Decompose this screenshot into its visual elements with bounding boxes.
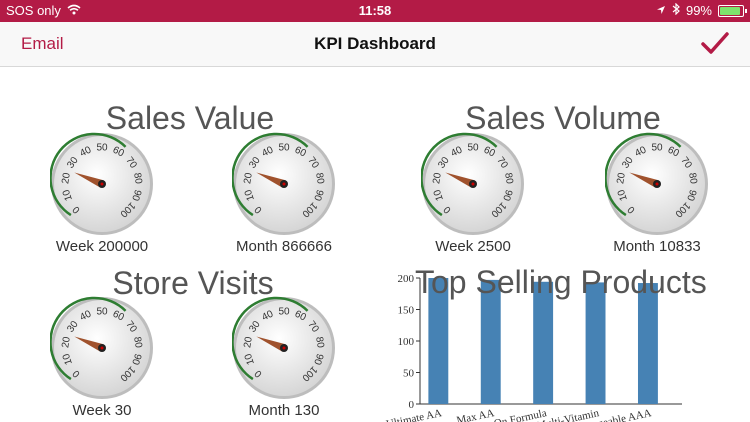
gauge-hub-dot	[282, 182, 286, 186]
gauge-tick-label: 20	[60, 336, 73, 349]
status-bar: SOS only 11:58 99%	[0, 0, 750, 22]
y-tick-label: 50	[403, 368, 415, 380]
gauge-dial: 010203040 50 60708090100	[421, 132, 524, 235]
gauge-tick-label: 80	[502, 172, 515, 185]
clock: 11:58	[358, 3, 392, 18]
battery-percent: 99%	[685, 3, 712, 18]
nav-bar: Email KPI Dashboard	[0, 22, 750, 67]
y-tick-label: 100	[398, 336, 415, 348]
gauge-hub-dot	[471, 182, 475, 186]
gauge-hub-dot	[282, 346, 286, 350]
gauge-tick-label: 80	[313, 172, 326, 185]
sales-value-month-gauge: 0 10 20 30 40 50 60 70 80 90 100 Month 866666	[214, 132, 354, 255]
gauge-tick-label: 20	[242, 336, 255, 349]
gauge-label: Week 200000	[55, 238, 149, 255]
gauge-tick-label: 80	[131, 172, 144, 185]
chart-title: Top Selling Products	[415, 264, 707, 300]
sales-value-week-gauge: 0 10 20 30 40 50 60 70 80 90 100 Week 200000	[32, 132, 172, 255]
gauge-dial: 010203040 50 60708090100	[232, 132, 335, 235]
gauge-tick-label: 50	[278, 143, 290, 154]
store-visits-week-gauge: 0 10 20 30 40 50 60 70 80 90 100 Week 30	[32, 296, 172, 419]
gauge-dial: 010203040 50 60708090100	[605, 132, 708, 235]
battery-icon	[718, 4, 747, 17]
location-arrow-icon	[656, 3, 666, 18]
gauge-tick-label: 20	[431, 172, 444, 185]
x-tick-label: Ultimate AA	[385, 407, 443, 422]
gauge-hub-dot	[100, 346, 104, 350]
gauge-tick-label: 20	[242, 172, 255, 185]
gauge-hub-dot	[100, 182, 104, 186]
sales-volume-month-gauge: 0 10 20 30 40 50 60 70 80 90 100 Month 10833	[587, 132, 727, 255]
gauge-label: Week 2500	[435, 238, 511, 255]
checkmark-icon[interactable]	[700, 30, 730, 58]
status-right: 99%	[656, 2, 747, 18]
gauge-tick-label: 80	[686, 172, 699, 185]
y-tick-label: 150	[398, 305, 415, 317]
gauge-dial: 010203040 50 60708090100	[50, 296, 153, 399]
gauge-tick-label: 50	[96, 143, 108, 154]
y-tick-label: 0	[409, 399, 415, 411]
gauge-tick-label: 50	[651, 143, 663, 154]
gauge-hub-dot	[655, 182, 659, 186]
battery-fill	[720, 6, 740, 15]
gauge-tick-label: 50	[278, 307, 290, 318]
bluetooth-icon	[672, 2, 680, 18]
gauge-label: Week 30	[72, 402, 132, 419]
y-tick-label: 200	[398, 273, 415, 285]
gauge-label: Month 866666	[236, 238, 332, 255]
gauge-tick-label: 20	[615, 172, 628, 185]
gauge-tick-label: 80	[313, 336, 326, 349]
gauge-tick-label: 80	[131, 336, 144, 349]
sales-volume-week-gauge: 0 10 20 30 40 50 60 70 80 90 100 Week 2500	[403, 132, 543, 255]
store-visits-month-gauge: 0 10 20 30 40 50 60 70 80 90 100 Month 130	[214, 296, 354, 419]
gauge-tick-label: 50	[467, 143, 479, 154]
battery-tip	[745, 8, 747, 13]
gauge-label: Month 130	[248, 402, 320, 419]
gauge-label: Month 10833	[613, 238, 701, 255]
gauge-dial: 010203040 50 60708090100	[232, 296, 335, 399]
page-title: KPI Dashboard	[314, 34, 436, 53]
gauge-dial: 010203040 50 60708090100	[50, 132, 153, 235]
gauge-tick-label: 50	[96, 307, 108, 318]
bar	[637, 283, 658, 404]
gauge-tick-label: 20	[60, 172, 73, 185]
